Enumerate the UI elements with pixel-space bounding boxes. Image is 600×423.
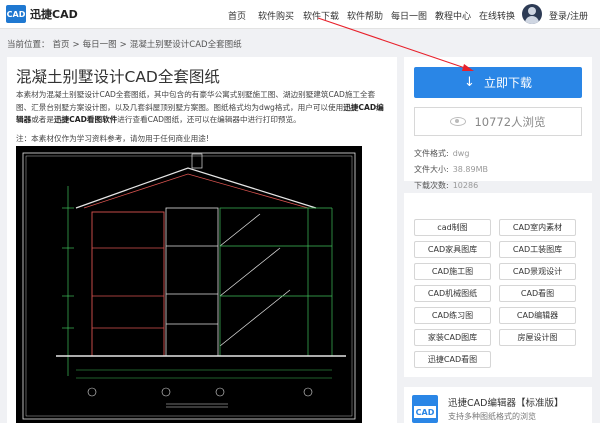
breadcrumb-prefix: 当前位置： (7, 40, 50, 50)
cad-drawing-image[interactable] (16, 146, 362, 423)
tag-button[interactable]: CAD施工图 (414, 263, 491, 280)
nav-item-download[interactable]: 软件下载 (303, 9, 339, 22)
views-label: 10772人浏览 (474, 114, 546, 129)
download-count-row: 下载次数: 10286 (414, 180, 478, 191)
top-header: CAD 迅捷CAD 首页 软件购买 软件下载 软件帮助 每日一图 教程中心 在线… (0, 0, 600, 29)
nav-item-home[interactable]: 首页 (228, 9, 246, 22)
login-link[interactable]: 登录/注册 (549, 9, 588, 22)
breadcrumb: 当前位置： 首页 > 每日一图 > 混凝土别墅设计CAD全套图纸 (7, 38, 245, 50)
breadcrumb-daily[interactable]: 每日一图 (83, 40, 117, 50)
main-content: 混凝土别墅设计CAD全套图纸 本素材为混凝土别墅设计CAD全套图纸，其中包含的有… (7, 57, 397, 423)
logo[interactable]: CAD 迅捷CAD (6, 5, 78, 23)
breadcrumb-home[interactable]: 首页 (53, 40, 70, 50)
download-arrow-icon: ↓ (464, 75, 475, 90)
breadcrumb-separator: > (119, 40, 127, 50)
tag-button[interactable]: CAD景观设计 (499, 263, 576, 280)
nav-item-buy[interactable]: 软件购买 (258, 9, 294, 22)
file-size-label: 文件大小: (414, 165, 449, 174)
download-button[interactable]: ↓ 立即下载 (414, 67, 582, 98)
breadcrumb-separator: > (72, 40, 80, 50)
breadcrumb-current: 混凝土别墅设计CAD全套图纸 (129, 40, 242, 50)
tag-button[interactable]: 家装CAD图库 (414, 329, 491, 346)
viewer-link[interactable]: 迅捷CAD看图软件 (54, 115, 117, 124)
file-size-row: 文件大小: 38.89MB (414, 164, 488, 175)
tag-button[interactable]: CAD家具图库 (414, 241, 491, 258)
product-name[interactable]: 迅捷CAD编辑器【标准版】 (448, 395, 563, 409)
tag-cloud: cad制图 CAD室内素材 CAD家具图库 CAD工装图库 CAD施工图 CAD… (404, 193, 592, 377)
download-count-value: 10286 (452, 181, 479, 190)
views-counter: 10772人浏览 (414, 107, 582, 136)
tag-button[interactable]: CAD看图 (499, 285, 576, 302)
file-format-value: dwg (452, 149, 470, 158)
file-size-value: 38.89MB (452, 165, 488, 174)
nav-item-convert[interactable]: 在线转换 (479, 9, 515, 22)
description-text: 进行查看CAD图纸，还可以在编辑器中进行打印预览。 (117, 115, 301, 124)
download-count-label: 下载次数: (414, 181, 449, 190)
tag-button[interactable]: CAD机械图纸 (414, 285, 491, 302)
tag-button[interactable]: 房屋设计图 (499, 329, 576, 346)
product-description: 支持多种图纸格式的浏览 (448, 412, 536, 421)
file-format-label: 文件格式: (414, 149, 449, 158)
eye-icon (450, 117, 467, 126)
tag-button[interactable]: 迅捷CAD看图 (414, 351, 491, 368)
tag-button[interactable]: CAD工装图库 (499, 241, 576, 258)
tag-button[interactable]: cad制图 (414, 219, 491, 236)
file-format-row: 文件格式: dwg (414, 148, 469, 159)
tag-button[interactable]: CAD练习图 (414, 307, 491, 324)
cad-product-icon: CAD (412, 395, 438, 423)
description-text: 本素材为混凝土别墅设计CAD全套图纸，其中包含的有豪华公寓式别墅施工图、湖边别墅… (16, 90, 376, 112)
cad-product-icon-text: CAD (414, 406, 436, 418)
nav-item-tutorial[interactable]: 教程中心 (435, 9, 471, 22)
description-text: 或者是 (31, 115, 54, 124)
nav-item-daily[interactable]: 每日一图 (391, 9, 427, 22)
description: 本素材为混凝土别墅设计CAD全套图纸，其中包含的有豪华公寓式别墅施工图、湖边别墅… (16, 89, 389, 127)
download-panel: ↓ 立即下载 10772人浏览 文件格式: dwg 文件大小: 38.89MB 下载… (404, 57, 592, 190)
logo-text: 迅捷CAD (30, 8, 78, 21)
product-card[interactable]: CAD 迅捷CAD编辑器【标准版】 支持多种图纸格式的浏览 (404, 387, 592, 423)
download-button-label: 立即下载 (483, 76, 532, 90)
cad-drawing (22, 152, 356, 420)
avatar[interactable] (522, 4, 542, 24)
tag-button[interactable]: CAD编辑器 (499, 307, 576, 324)
usage-note: 注：本素材仅作为学习资料参考，请勿用于任何商业用途! (16, 134, 209, 143)
page-title: 混凝土别墅设计CAD全套图纸 (16, 68, 220, 86)
logo-icon: CAD (6, 5, 26, 23)
nav-item-help[interactable]: 软件帮助 (347, 9, 383, 22)
tag-button[interactable]: CAD室内素材 (499, 219, 576, 236)
